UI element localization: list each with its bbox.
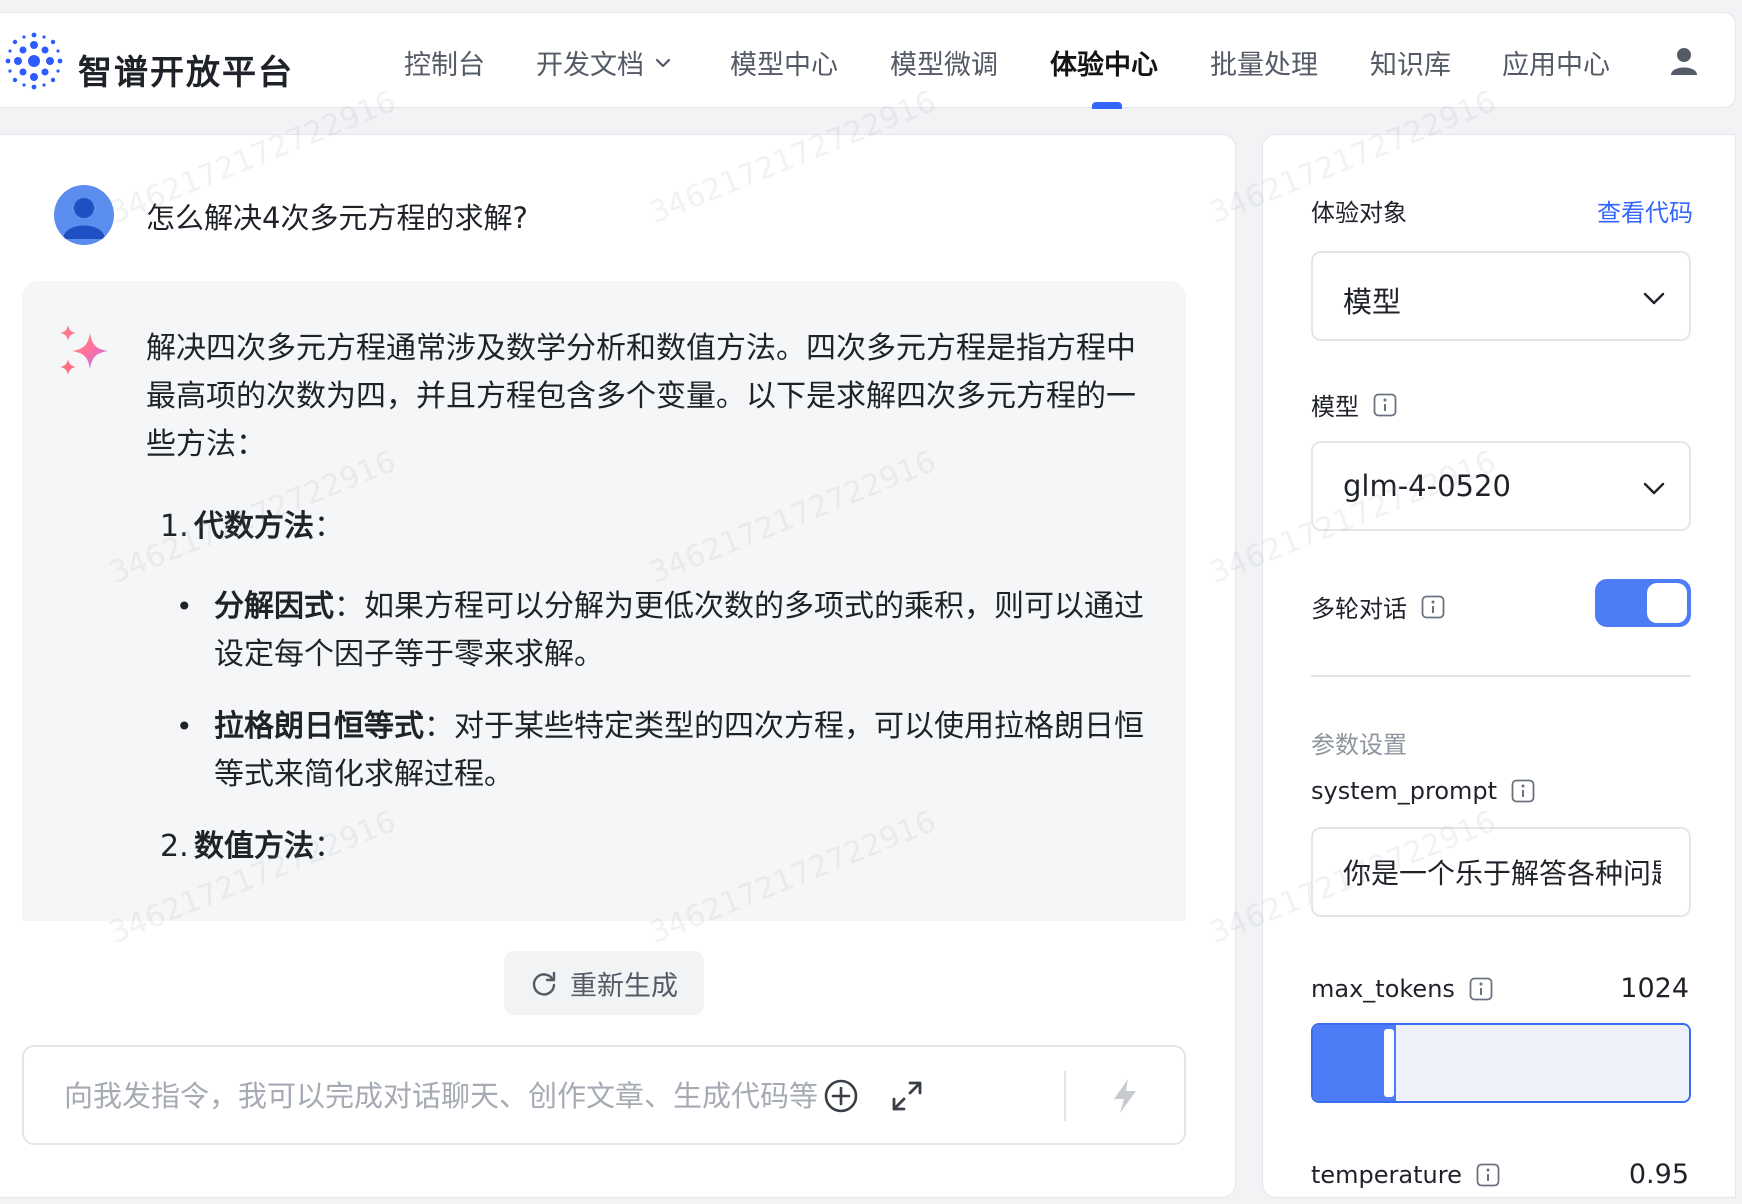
info-icon[interactable] bbox=[1469, 977, 1493, 1001]
info-icon[interactable] bbox=[1421, 595, 1445, 619]
info-icon[interactable] bbox=[1476, 1163, 1500, 1187]
user-avatar-icon bbox=[63, 198, 105, 239]
bullet-term: 拉格朗日恒等式 bbox=[214, 709, 424, 744]
user-icon[interactable] bbox=[1668, 45, 1700, 77]
refresh-icon bbox=[532, 971, 556, 996]
chevron-down-icon bbox=[1643, 292, 1665, 305]
list-item: 2. 数值方法： bbox=[160, 823, 1156, 871]
temperature-label: temperature bbox=[1311, 1161, 1500, 1189]
info-icon[interactable] bbox=[1373, 393, 1397, 417]
max-tokens-label: max_tokens bbox=[1311, 975, 1493, 1003]
list-item: 1. 代数方法： bbox=[160, 503, 1156, 551]
section-title: 代数方法 bbox=[194, 509, 314, 544]
assistant-answer: 解决四次多元方程通常涉及数学分析和数值方法。四次多元方程是指方程中最高项的次数为… bbox=[22, 281, 1186, 921]
bullet-item: • 拉格朗日恒等式：对于某些特定类型的四次方程，可以使用拉格朗日恒等式来简化求解… bbox=[170, 703, 1156, 799]
regenerate-button[interactable]: 重新生成 bbox=[504, 951, 704, 1015]
bullet-dot: • bbox=[176, 590, 193, 623]
system-prompt-field bbox=[1311, 827, 1691, 917]
ai-sparkle-icon bbox=[60, 325, 108, 375]
chat-panel: 怎么解决4次多元方程的求解? 解决四次多元方程通常涉及数学分析和数值方法。四次多… bbox=[0, 134, 1236, 1198]
nav-item-dev-docs[interactable]: 开发文档 bbox=[536, 43, 672, 82]
nav-item-knowledge-base[interactable]: 知识库 bbox=[1370, 43, 1451, 82]
prompt-input[interactable] bbox=[64, 1071, 924, 1121]
list-number: 2. bbox=[160, 829, 189, 864]
system-prompt-input[interactable] bbox=[1343, 847, 1661, 897]
nav-item-console[interactable]: 控制台 bbox=[404, 43, 485, 82]
bullet-item: • 分解因式：如果方程可以分解为更低次数的多项式的乘积，则可以通过设定每个因子等… bbox=[170, 583, 1156, 679]
regenerate-label: 重新生成 bbox=[570, 970, 678, 1002]
max-tokens-slider[interactable] bbox=[1311, 1023, 1691, 1103]
bullet-list: • 分解因式：如果方程可以分解为更低次数的多项式的乘积，则可以通过设定每个因子等… bbox=[170, 583, 1156, 799]
target-select-value: 模型 bbox=[1343, 285, 1402, 319]
system-prompt-label: system_prompt bbox=[1311, 777, 1535, 805]
answer-content: 解决四次多元方程通常涉及数学分析和数值方法。四次多元方程是指方程中最高项的次数为… bbox=[146, 325, 1156, 903]
model-label: 模型 bbox=[1311, 387, 1397, 422]
max-tokens-value: 1024 bbox=[1620, 973, 1689, 1004]
slider-handle[interactable] bbox=[1384, 1029, 1394, 1097]
section-title: 数值方法 bbox=[194, 829, 314, 864]
target-select[interactable]: 模型 bbox=[1311, 251, 1691, 341]
chevron-down-icon bbox=[655, 58, 671, 67]
nav-item-model-center[interactable]: 模型中心 bbox=[730, 43, 838, 82]
multi-turn-label: 多轮对话 bbox=[1311, 589, 1445, 624]
target-label: 体验对象 bbox=[1311, 199, 1407, 227]
toggle-knob bbox=[1647, 583, 1687, 623]
divider bbox=[1311, 675, 1691, 677]
bullet-text: 如果方程可以分解为更低次数的多项式的乘积，则可以通过设定每个因子等于零来求解。 bbox=[214, 589, 1144, 672]
prompt-input-box bbox=[22, 1045, 1186, 1145]
user-message: 怎么解决4次多元方程的求解? bbox=[146, 201, 528, 235]
answer-intro: 解决四次多元方程通常涉及数学分析和数值方法。四次多元方程是指方程中最高项的次数为… bbox=[146, 331, 1136, 462]
input-divider bbox=[1064, 1071, 1066, 1121]
bullet-term: 分解因式 bbox=[214, 589, 334, 624]
settings-panel: 体验对象 查看代码 模型 模型 glm-4-0520 多轮对话 参数设置 sys… bbox=[1262, 134, 1736, 1198]
bullet-dot: • bbox=[176, 710, 193, 743]
multi-turn-toggle[interactable] bbox=[1595, 579, 1691, 627]
send-lightning-icon[interactable] bbox=[1106, 1077, 1144, 1115]
nav-item-fine-tuning[interactable]: 模型微调 bbox=[890, 43, 998, 82]
zhipu-logo-icon bbox=[5, 32, 63, 90]
nav-item-experience-center[interactable]: 体验中心 bbox=[1050, 43, 1158, 82]
active-tab-indicator bbox=[1092, 102, 1122, 109]
temperature-value: 0.95 bbox=[1628, 1159, 1689, 1190]
model-select[interactable]: glm-4-0520 bbox=[1311, 441, 1691, 531]
top-navigation-bar: 智谱开放平台 控制台 开发文档 模型中心 模型微调 体验中心 批量处理 知识库 … bbox=[0, 12, 1736, 109]
chevron-down-icon bbox=[1643, 482, 1665, 495]
params-section-title: 参数设置 bbox=[1311, 731, 1407, 759]
expand-icon[interactable] bbox=[888, 1077, 926, 1115]
nav-item-app-center[interactable]: 应用中心 bbox=[1502, 43, 1610, 82]
model-select-value: glm-4-0520 bbox=[1343, 469, 1511, 503]
list-number: 1. bbox=[160, 509, 189, 544]
view-code-link[interactable]: 查看代码 bbox=[1597, 193, 1693, 228]
add-circle-icon[interactable] bbox=[822, 1077, 860, 1115]
info-icon[interactable] bbox=[1511, 779, 1535, 803]
brand-name[interactable]: 智谱开放平台 bbox=[78, 45, 294, 94]
user-avatar bbox=[54, 185, 114, 245]
nav-item-batch[interactable]: 批量处理 bbox=[1210, 43, 1318, 82]
